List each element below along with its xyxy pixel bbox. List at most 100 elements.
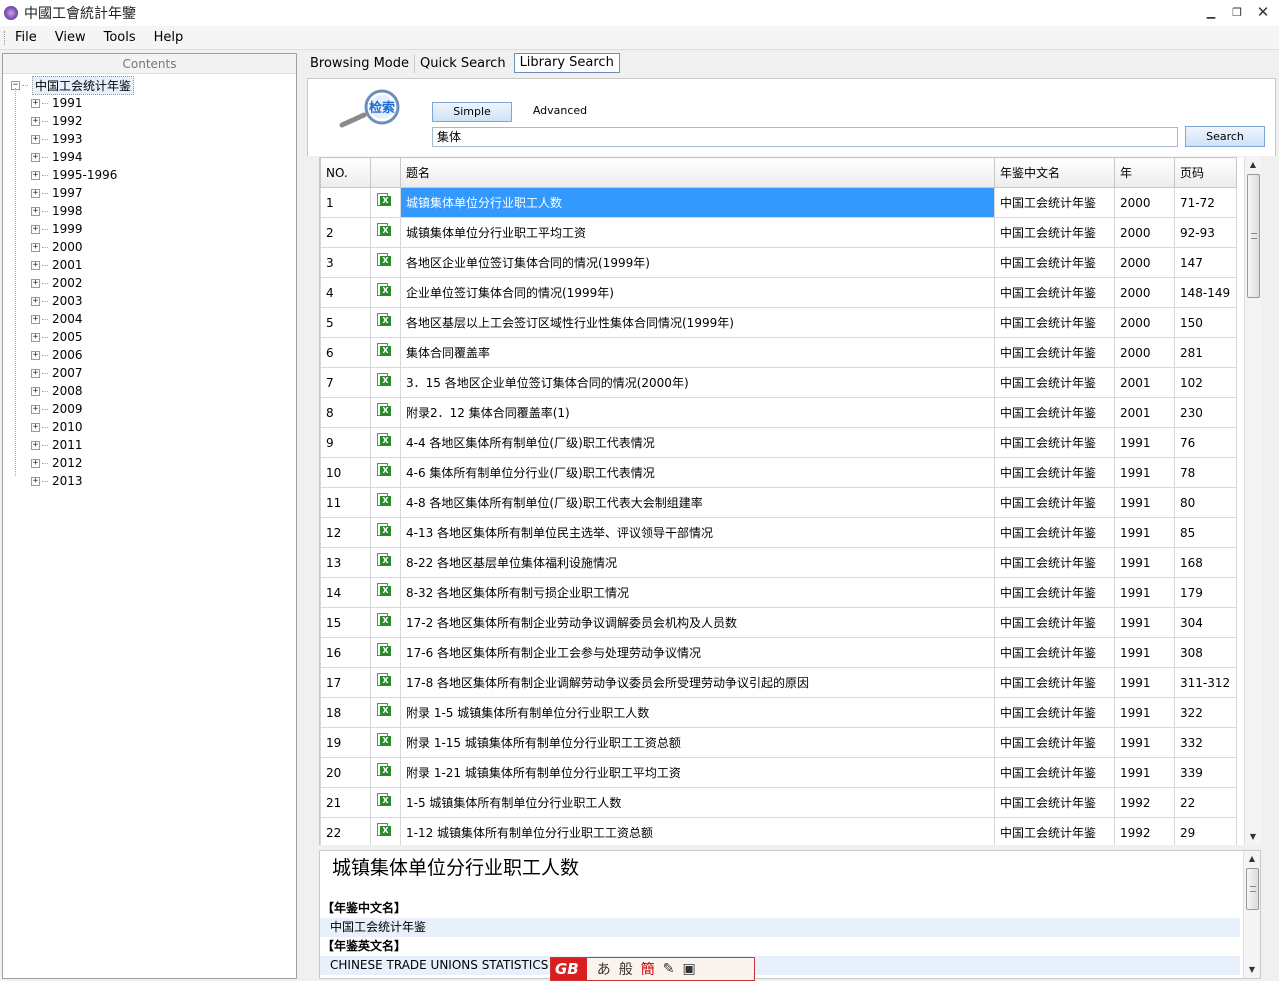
ime-simplified[interactable]: 簡 [641,959,655,979]
tree-node-year[interactable]: +1994 [3,148,296,166]
tree-node-label[interactable]: 2002 [52,276,83,290]
detail-scroll-thumb[interactable] [1246,868,1259,910]
tree-node-year[interactable]: +2013 [3,472,296,490]
table-row[interactable]: 5 X 各地区基层以上工会签订区域性行业性集体合同情况(1999年) 中国工会统计年鉴… [320,307,1237,338]
excel-file-icon[interactable]: X [375,343,391,358]
excel-file-icon[interactable]: X [375,253,391,268]
scroll-up-icon[interactable]: ▲ [1245,157,1261,173]
tree-node-year[interactable]: +1995-1996 [3,166,296,184]
cell-icon[interactable]: X [370,427,401,458]
excel-file-icon[interactable]: X [375,493,391,508]
search-input[interactable]: 集体 [432,127,1178,147]
cell-icon[interactable]: X [370,367,401,398]
cell-title[interactable]: 4-6 集体所有制单位分行业(厂级)职工代表情况 [400,457,995,488]
cell-title[interactable]: 各地区基层以上工会签订区域性行业性集体合同情况(1999年) [400,307,995,338]
cell-title[interactable]: 集体合同覆盖率 [400,337,995,368]
expand-icon[interactable]: + [31,296,40,306]
cell-icon[interactable]: X [370,547,401,578]
close-icon[interactable]: ✕ [1255,3,1271,21]
cell-icon[interactable]: X [370,187,401,218]
expand-icon[interactable]: + [31,458,40,468]
column-header-title[interactable]: 题名 [400,157,995,188]
tree-node-label[interactable]: 2009 [52,402,83,416]
ime-hiragana[interactable]: あ [597,959,611,979]
tree-node-year[interactable]: +2001 [3,256,296,274]
excel-file-icon[interactable]: X [375,223,391,238]
detail-scroll-up-icon[interactable]: ▲ [1244,851,1260,867]
table-row[interactable]: 12 X 4-13 各地区集体所有制单位民主选举、评议领导干部情况 中国工会统计年鉴 1… [320,517,1237,548]
cell-icon[interactable]: X [370,397,401,428]
cell-icon[interactable]: X [370,787,401,818]
expand-icon[interactable]: + [31,116,40,126]
tree-node-year[interactable]: +1992 [3,112,296,130]
tree-node-year[interactable]: +1998 [3,202,296,220]
cell-title[interactable]: 8-22 各地区基层单位集体福利设施情况 [400,547,995,578]
cell-title[interactable]: 附录 1-15 城镇集体所有制单位分行业职工工资总额 [400,727,995,758]
table-row[interactable]: 4 X 企业单位签订集体合同的情况(1999年) 中国工会统计年鉴 2000 148-14… [320,277,1237,308]
table-row[interactable]: 13 X 8-22 各地区基层单位集体福利设施情况 中国工会统计年鉴 1991 168 [320,547,1237,578]
table-row[interactable]: 7 X 3．15 各地区企业单位签订集体合同的情况(2000年) 中国工会统计年鉴 20… [320,367,1237,398]
expand-icon[interactable]: + [31,206,40,216]
tree-node-label[interactable]: 2005 [52,330,83,344]
tree-node-label[interactable]: 1997 [52,186,83,200]
table-row[interactable]: 8 X 附录2．12 集体合同覆盖率(1) 中国工会统计年鉴 2001 230 [320,397,1237,428]
cell-title[interactable]: 1-12 城镇集体所有制单位分行业职工工资总额 [400,817,995,845]
table-row[interactable]: 3 X 各地区企业单位签订集体合同的情况(1999年) 中国工会统计年鉴 2000 147 [320,247,1237,278]
expand-icon[interactable]: + [31,152,40,162]
simple-mode-button[interactable]: Simple [432,102,512,122]
excel-file-icon[interactable]: X [375,283,391,298]
expand-icon[interactable]: + [31,98,40,108]
cell-title[interactable]: 企业单位签订集体合同的情况(1999年) [400,277,995,308]
expand-icon[interactable]: + [31,440,40,450]
table-scrollbar[interactable]: ▲ ▼ [1244,157,1261,845]
tree-node-label[interactable]: 1999 [52,222,83,236]
cell-icon[interactable]: X [370,607,401,638]
expand-icon[interactable]: + [31,188,40,198]
column-header-icon[interactable] [370,157,401,188]
cell-title[interactable]: 附录 1-5 城镇集体所有制单位分行业职工人数 [400,697,995,728]
tree-node-year[interactable]: +2008 [3,382,296,400]
tree-node-year[interactable]: +1997 [3,184,296,202]
ime-general[interactable]: 般 [619,959,633,979]
tree-node-year[interactable]: +2000 [3,238,296,256]
cell-title[interactable]: 4-4 各地区集体所有制单位(厂级)职工代表情况 [400,427,995,458]
tree-node-year[interactable]: +2003 [3,292,296,310]
ime-pen-icon[interactable]: ✎ [663,961,675,977]
cell-title[interactable]: 4-8 各地区集体所有制单位(厂级)职工代表大会制组建率 [400,487,995,518]
tree-node-label[interactable]: 2003 [52,294,83,308]
minimize-icon[interactable]: ▁ [1203,4,1219,20]
cell-title[interactable]: 城镇集体单位分行业职工人数 [400,187,995,218]
cell-icon[interactable]: X [370,817,401,845]
expand-icon[interactable]: + [31,350,40,360]
table-row[interactable]: 6 X 集体合同覆盖率 中国工会统计年鉴 2000 281 [320,337,1237,368]
excel-file-icon[interactable]: X [375,583,391,598]
expand-icon[interactable]: + [31,260,40,270]
tree-node-label[interactable]: 1991 [52,96,83,110]
tree-node-label[interactable]: 2010 [52,420,83,434]
tree-node-label[interactable]: 2012 [52,456,83,470]
tree-node-label[interactable]: 2013 [52,474,83,488]
expand-icon[interactable]: + [31,170,40,180]
tree-node-label[interactable]: 2007 [52,366,83,380]
detail-scrollbar[interactable]: ▲ ▼ [1243,851,1260,978]
cell-title[interactable]: 1-5 城镇集体所有制单位分行业职工人数 [400,787,995,818]
tree-node-label[interactable]: 2011 [52,438,83,452]
expand-icon[interactable]: + [31,368,40,378]
cell-icon[interactable]: X [370,697,401,728]
cell-icon[interactable]: X [370,247,401,278]
expand-icon[interactable]: + [31,422,40,432]
excel-file-icon[interactable]: X [375,463,391,478]
column-header-page[interactable]: 页码 [1174,157,1237,188]
cell-icon[interactable]: X [370,277,401,308]
cell-icon[interactable]: X [370,637,401,668]
column-header-no[interactable]: NO. [320,157,371,188]
column-header-year[interactable]: 年 [1114,157,1175,188]
tree-node-year[interactable]: +2002 [3,274,296,292]
tree-node-label[interactable]: 1998 [52,204,83,218]
menu-file[interactable]: File [6,27,46,49]
tree-node-year[interactable]: +1999 [3,220,296,238]
advanced-mode-button[interactable]: Advanced [520,102,600,122]
cell-icon[interactable]: X [370,757,401,788]
excel-file-icon[interactable]: X [375,403,391,418]
cell-icon[interactable]: X [370,487,401,518]
